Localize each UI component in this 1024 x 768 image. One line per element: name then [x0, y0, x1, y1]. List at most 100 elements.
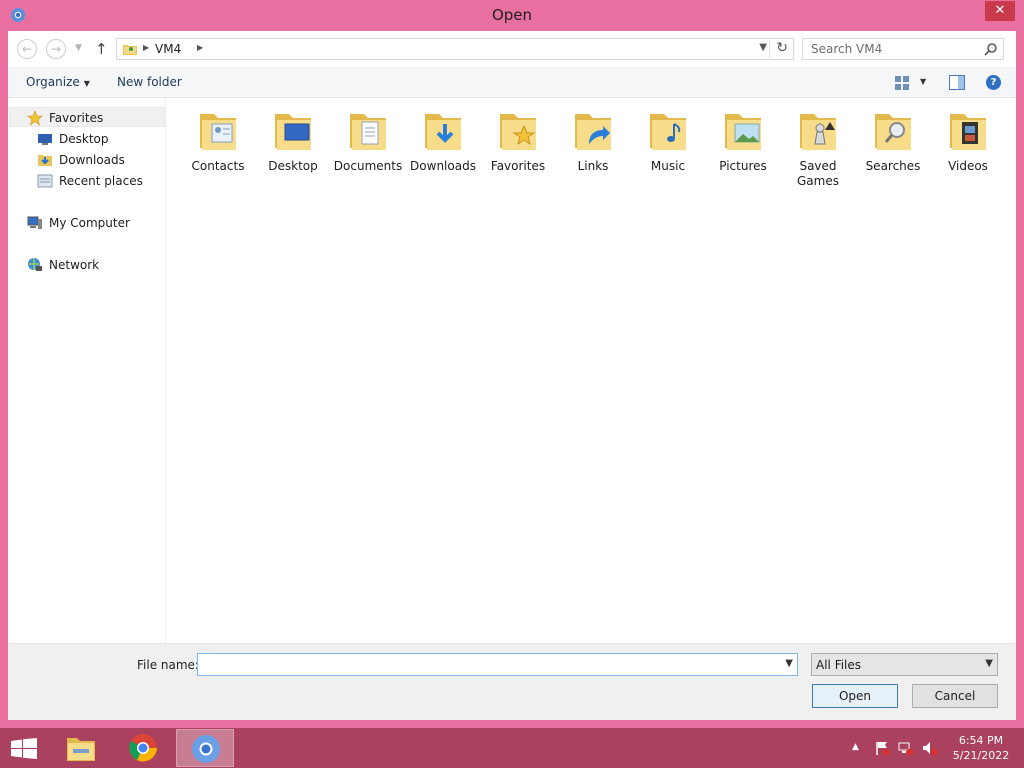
network-icon [28, 258, 42, 271]
back-button[interactable]: ← [17, 39, 37, 59]
network-status-icon[interactable] [898, 740, 914, 756]
open-button[interactable]: Open [812, 684, 898, 708]
recent-locations-dropdown-icon[interactable]: ▼ [75, 43, 82, 53]
change-view-icon[interactable] [894, 75, 910, 91]
forward-button[interactable]: → [46, 39, 66, 59]
folder-label: Music [650, 159, 686, 173]
address-dropdown-icon[interactable]: ▼ [759, 42, 767, 53]
close-button[interactable]: ✕ [985, 1, 1015, 21]
computer-icon [27, 216, 42, 229]
search-box[interactable]: Search VM4 [802, 38, 1004, 60]
taskbar: ▲ 6:54 PM 5/21/2022 [0, 728, 1024, 768]
folder-label: Searches [865, 159, 921, 173]
videos-folder-icon [950, 114, 986, 150]
folder-label: Documents [333, 159, 403, 173]
navigation-pane: Favorites Desktop Downloads Recent place… [8, 98, 166, 643]
folder-label: Contacts [191, 159, 245, 173]
folder-item[interactable]: Documents [332, 106, 404, 174]
folder-item[interactable]: Pictures [707, 106, 779, 174]
file-type-select[interactable]: All Files ▼ [811, 653, 998, 676]
clock-date: 5/21/2022 [952, 749, 1010, 762]
folder-item[interactable]: Links [557, 106, 629, 174]
music-folder-icon [650, 114, 686, 150]
contacts-folder-icon [200, 114, 236, 150]
title-bar[interactable]: Open ✕ [0, 0, 1024, 32]
preview-pane-icon[interactable] [949, 75, 965, 90]
pictures-folder-icon [725, 114, 761, 150]
new-folder-button[interactable]: New folder [117, 75, 182, 89]
command-bar: Organize ▼ New folder ▼ ? [8, 67, 1016, 98]
chrome-icon [129, 734, 157, 762]
taskbar-file-explorer[interactable] [52, 729, 110, 767]
window-title: Open [491, 6, 533, 24]
file-name-dropdown-icon[interactable]: ▼ [785, 658, 793, 669]
favorites-folder-icon [500, 114, 536, 150]
organize-label: Organize [26, 75, 80, 89]
address-row: ← → ▼ ↑ ▶ VM4 ▶ ▼ ↻ Search VM4 [8, 31, 1016, 67]
taskbar-chrome[interactable] [114, 729, 172, 767]
folder-content-area: Contacts Desktop Documents Downloads Fav… [167, 98, 1016, 643]
folder-label: Links [577, 159, 609, 173]
nav-label-my-computer: My Computer [49, 216, 130, 230]
action-center-flag-icon[interactable] [874, 740, 890, 756]
dialog-client-area: ← → ▼ ↑ ▶ VM4 ▶ ▼ ↻ Search VM4 Organize … [8, 31, 1016, 720]
open-dialog-window: Open ✕ ← → ▼ ↑ ▶ VM4 ▶ ▼ ↻ Search VM4 Or… [0, 0, 1024, 728]
address-bar[interactable]: ▶ VM4 ▶ ▼ ↻ [116, 38, 794, 60]
file-type-value: All Files [816, 658, 862, 672]
search-icon[interactable] [984, 42, 998, 56]
organize-button[interactable]: Organize ▼ [26, 75, 90, 89]
search-placeholder: Search VM4 [811, 42, 883, 56]
desktop-folder-icon [275, 114, 311, 150]
chevron-down-icon: ▼ [83, 79, 90, 88]
show-hidden-icons-icon[interactable]: ▲ [852, 742, 859, 752]
system-clock[interactable]: 6:54 PM 5/21/2022 [950, 733, 1012, 763]
breadcrumb-separator-icon[interactable]: ▶ [143, 43, 149, 52]
nav-label-network: Network [49, 258, 100, 272]
folder-label: Desktop [268, 159, 318, 173]
chevron-down-icon: ▼ [985, 658, 993, 669]
file-name-input[interactable] [201, 654, 771, 674]
recent-places-icon [37, 174, 53, 188]
links-folder-icon [575, 114, 611, 150]
folder-item[interactable]: Videos [932, 106, 1004, 174]
downloads-icon [38, 155, 52, 166]
folder-label: Pictures [719, 159, 767, 173]
documents-folder-icon [350, 114, 386, 150]
folder-label: Videos [948, 159, 988, 173]
folder-item[interactable]: Music [632, 106, 704, 174]
nav-label-downloads: Downloads [59, 153, 125, 167]
file-name-label: File name: [137, 658, 199, 672]
saved-games-folder-icon [800, 114, 836, 150]
refresh-icon[interactable]: ↻ [769, 40, 788, 58]
nav-label-favorites: Favorites [49, 111, 104, 125]
windows-start-icon[interactable] [11, 738, 37, 760]
folder-label: Saved Games [797, 159, 839, 188]
nav-label-desktop: Desktop [59, 132, 109, 146]
chromium-icon [192, 735, 220, 763]
file-name-field[interactable]: ▼ [197, 653, 798, 676]
folder-item[interactable]: Contacts [182, 106, 254, 174]
taskbar-chromium[interactable] [176, 729, 234, 767]
user-folder-icon [123, 45, 137, 55]
folder-item[interactable]: Saved Games [782, 106, 854, 189]
searches-folder-icon [875, 114, 911, 150]
downloads-folder-icon [425, 114, 461, 150]
desktop-icon [38, 134, 52, 145]
volume-muted-icon[interactable] [922, 740, 938, 756]
star-icon [27, 110, 43, 126]
breadcrumb-separator-icon[interactable]: ▶ [197, 43, 203, 52]
file-name-pane: File name: ▼ All Files ▼ Open Cancel [8, 643, 1016, 720]
up-arrow-icon[interactable]: ↑ [95, 40, 108, 58]
nav-label-recent-places: Recent places [59, 174, 143, 188]
folder-item[interactable]: Downloads [407, 106, 479, 174]
cancel-button[interactable]: Cancel [912, 684, 998, 708]
view-options-dropdown-icon[interactable]: ▼ [920, 77, 926, 86]
folder-label: Downloads [410, 159, 476, 173]
folder-item[interactable]: Searches [857, 106, 929, 174]
folder-item[interactable]: Desktop [257, 106, 329, 174]
breadcrumb-vm4[interactable]: VM4 [155, 42, 181, 56]
help-icon[interactable]: ? [986, 75, 1001, 90]
clock-time: 6:54 PM [958, 734, 1004, 747]
folder-item[interactable]: Favorites [482, 106, 554, 174]
file-explorer-icon [67, 738, 95, 761]
